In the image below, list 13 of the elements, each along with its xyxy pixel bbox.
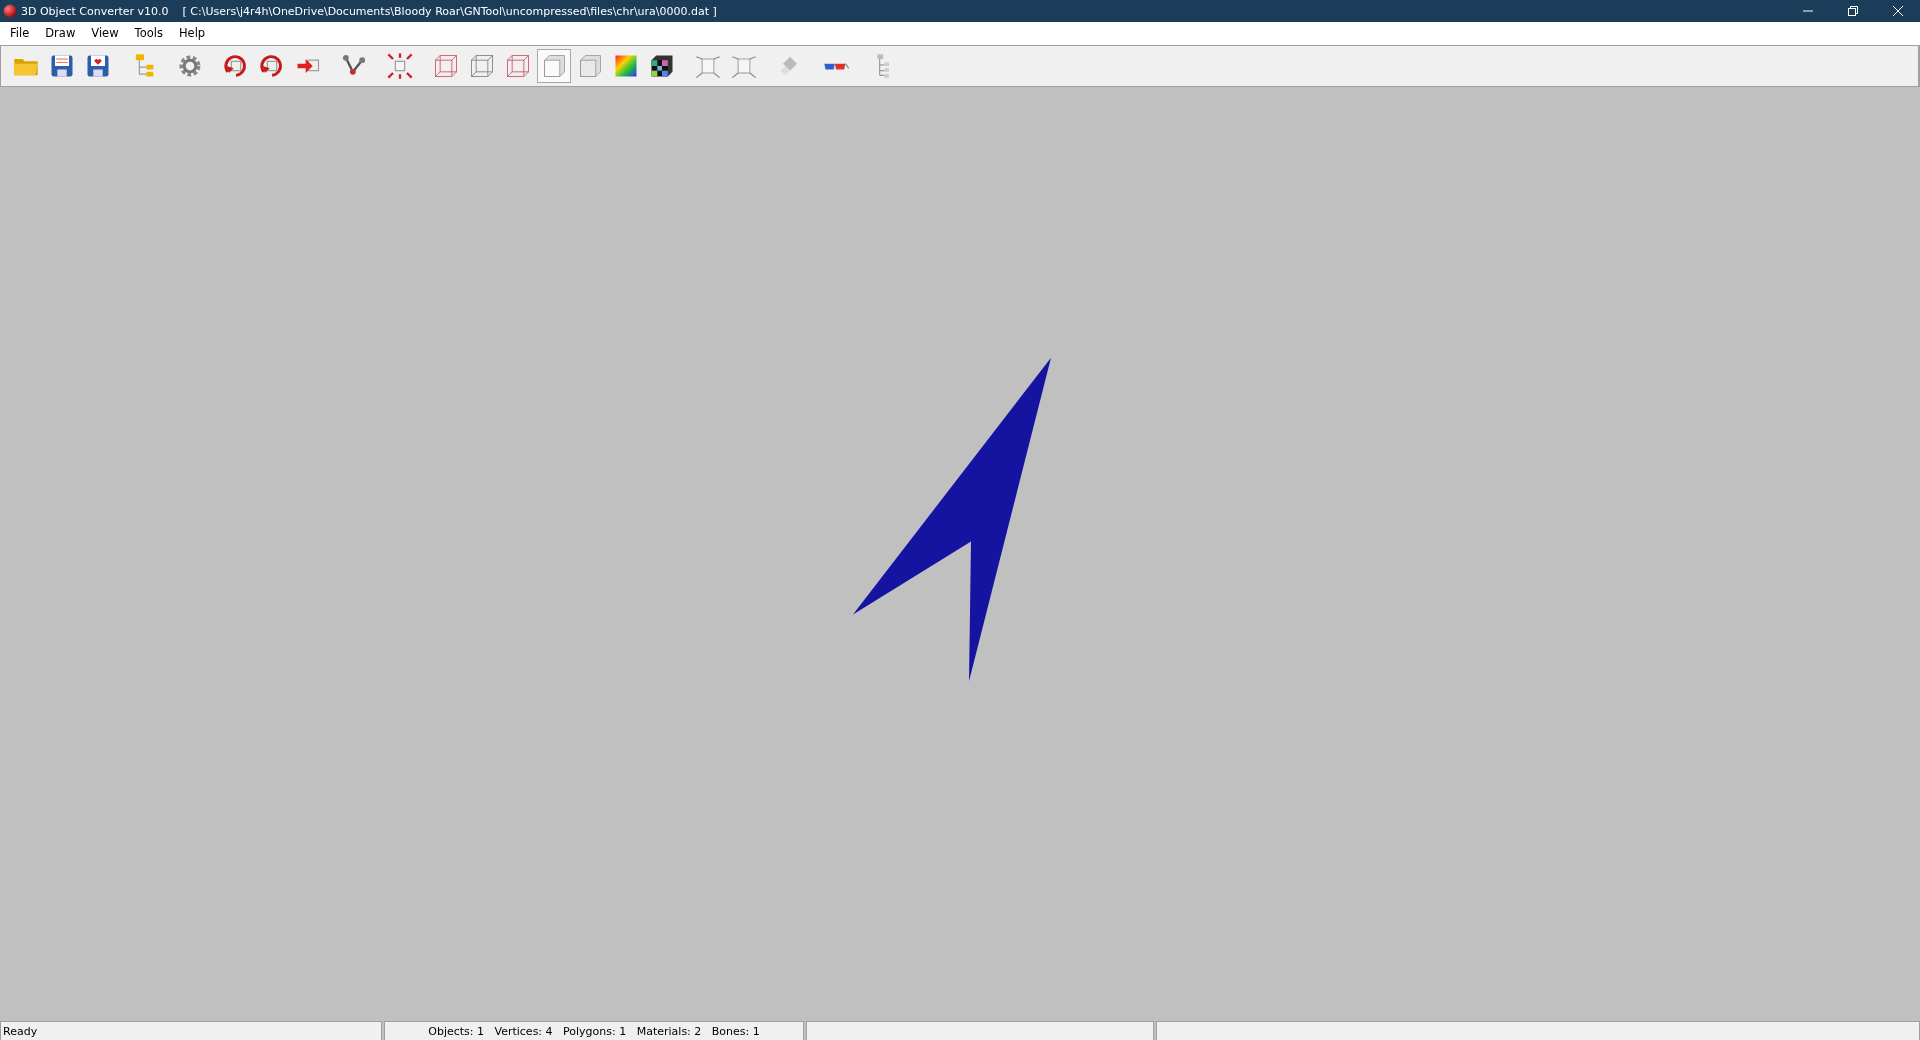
close-icon: [1891, 5, 1904, 17]
window-title: 3D Object Converter v10.0: [21, 4, 169, 18]
restore-icon: [1846, 5, 1859, 17]
file-path: [ C:\Users\j4r4h\OneDrive\Documents\Bloody Roar\GNTool\uncompressed\files\chr\ura\0000.dat ]: [182, 4, 717, 18]
menu-item[interactable]: Tools: [126, 25, 171, 40]
solid-cube-icon[interactable]: [537, 49, 571, 83]
menu-item[interactable]: View: [83, 25, 127, 40]
menu-item[interactable]: Help: [170, 25, 214, 40]
menu-item[interactable]: Draw: [37, 25, 84, 40]
app-logo-icon: [3, 4, 17, 18]
model-stats: Objects: 1 Vertices: 4 Polygons: 1 Materials: 2 Bones: 1: [428, 1024, 760, 1038]
menu-item[interactable]: File: [2, 25, 38, 40]
status-message: Ready: [3, 1024, 38, 1038]
